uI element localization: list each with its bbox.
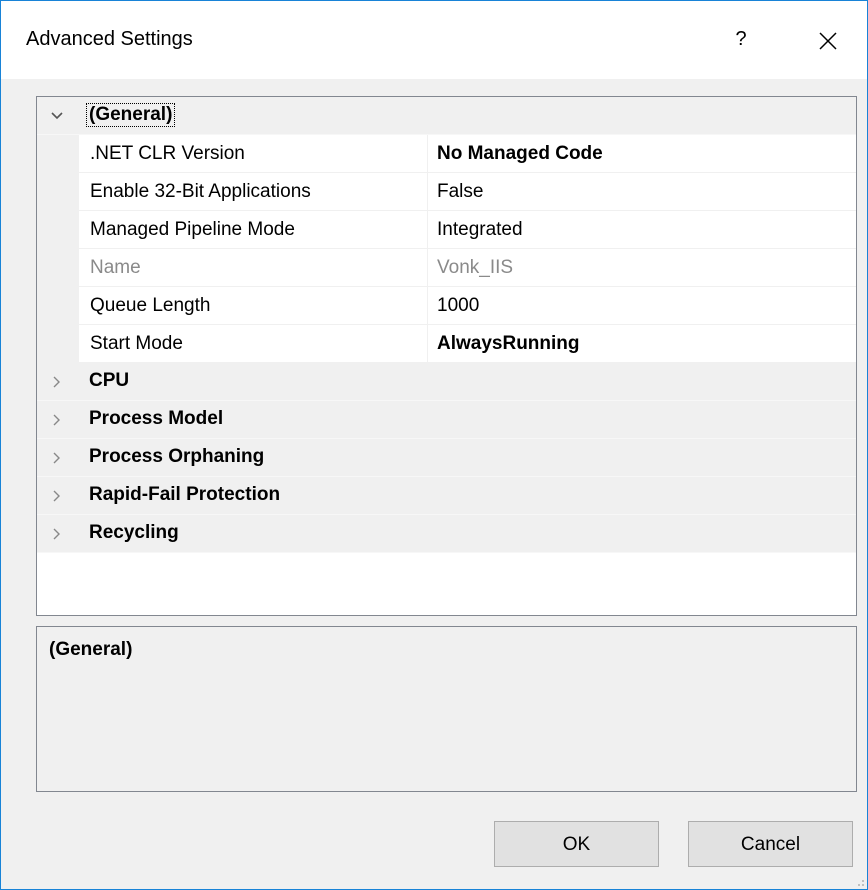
chevron-right-icon[interactable] — [51, 376, 63, 388]
property-name: Enable 32-Bit Applications — [90, 181, 311, 202]
property-value[interactable]: No Managed Code — [437, 143, 603, 165]
property-value: Vonk_IIS — [437, 257, 514, 278]
advanced-settings-dialog: Advanced Settings ? (General) .NET CLR V… — [0, 0, 868, 890]
property-name: .NET CLR Version — [90, 143, 245, 164]
property-row-enable-32-bit[interactable]: Enable 32-Bit Applications False — [37, 173, 856, 211]
category-label: CPU — [89, 370, 130, 391]
property-value[interactable]: 1000 — [437, 295, 479, 317]
ok-button[interactable]: OK — [494, 821, 659, 867]
property-row-queue-length[interactable]: Queue Length 1000 — [37, 287, 856, 325]
dialog-title: Advanced Settings — [26, 28, 193, 50]
property-row-managed-pipeline-mode[interactable]: Managed Pipeline Mode Integrated — [37, 211, 856, 249]
description-panel: (General) — [36, 626, 857, 792]
title-bar: Advanced Settings ? — [1, 1, 867, 79]
property-name: Queue Length — [90, 295, 211, 316]
property-row-name[interactable]: Name Vonk_IIS — [37, 249, 856, 287]
category-label: Rapid-Fail Protection — [89, 484, 281, 505]
chevron-right-icon[interactable] — [51, 490, 63, 502]
category-general[interactable]: (General) — [37, 97, 856, 135]
help-button[interactable]: ? — [719, 19, 763, 59]
category-label: (General) — [85, 103, 176, 127]
property-row-start-mode[interactable]: Start Mode AlwaysRunning — [37, 325, 856, 363]
property-row-net-clr-version[interactable]: .NET CLR Version No Managed Code — [37, 135, 856, 173]
chevron-right-icon[interactable] — [51, 528, 63, 540]
close-icon — [819, 32, 837, 50]
property-grid: (General) .NET CLR Version No Managed Co… — [36, 96, 857, 616]
category-rapid-fail-protection[interactable]: Rapid-Fail Protection — [37, 477, 856, 515]
category-process-model[interactable]: Process Model — [37, 401, 856, 439]
property-name: Managed Pipeline Mode — [90, 219, 295, 240]
category-cpu[interactable]: CPU — [37, 363, 856, 401]
property-name: Start Mode — [90, 333, 183, 354]
cancel-button[interactable]: Cancel — [688, 821, 853, 867]
category-process-orphaning[interactable]: Process Orphaning — [37, 439, 856, 477]
category-recycling[interactable]: Recycling — [37, 515, 856, 553]
property-value[interactable]: Integrated — [437, 219, 523, 241]
chevron-right-icon[interactable] — [51, 414, 63, 426]
property-value[interactable]: False — [437, 181, 483, 203]
resize-grip-icon[interactable] — [853, 875, 865, 887]
property-value[interactable]: AlwaysRunning — [437, 333, 580, 355]
close-button[interactable] — [806, 21, 850, 61]
chevron-right-icon[interactable] — [51, 452, 63, 464]
category-label: Process Model — [89, 408, 224, 429]
category-label: Recycling — [89, 522, 179, 543]
chevron-down-icon[interactable] — [51, 110, 63, 122]
category-label: Process Orphaning — [89, 446, 265, 467]
description-title: (General) — [49, 639, 133, 660]
property-name: Name — [90, 257, 141, 278]
